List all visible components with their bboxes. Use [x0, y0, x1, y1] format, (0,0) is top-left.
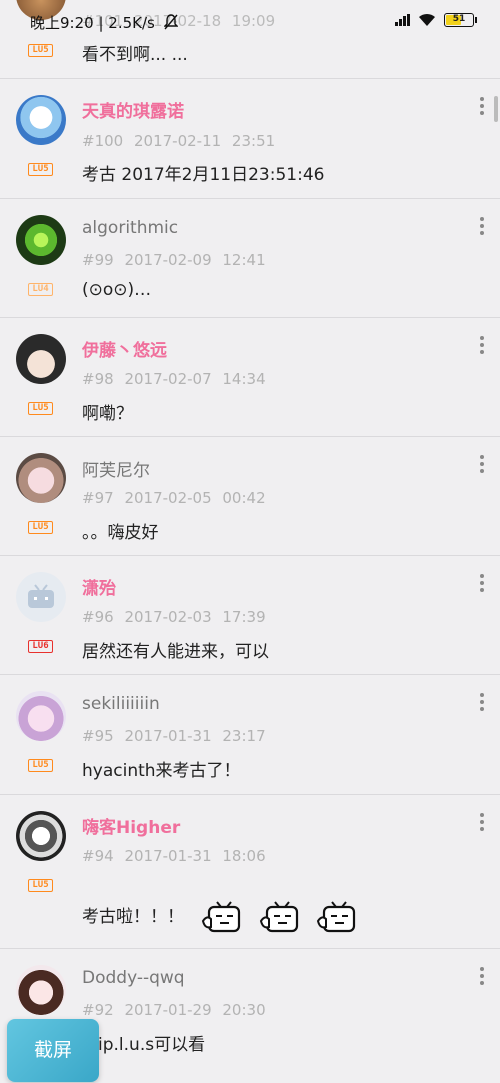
floor-number: #98: [82, 370, 114, 388]
comment-date: 2017-02-03 17:39: [124, 608, 266, 626]
avatar[interactable]: [16, 691, 66, 741]
avatar[interactable]: [16, 334, 66, 384]
comment-text: 啊嘞？: [82, 404, 133, 424]
floor-number: #99: [82, 251, 114, 269]
comment-text: ip.l.u.s可以看: [98, 1035, 206, 1055]
avatar[interactable]: [16, 453, 66, 503]
avatar[interactable]: [16, 572, 66, 622]
comment-item[interactable]: 天真的琪露诺 #100 2017-02-11 23:51 LU5 考古 2017…: [0, 79, 500, 199]
comment-text: 考古啦！！！: [82, 907, 184, 927]
level-badge: LU5: [28, 521, 53, 534]
battery-level: 51: [452, 14, 466, 24]
screenshot-button[interactable]: 截屏: [7, 1019, 99, 1082]
comment-meta: #92 2017-01-29 20:30: [82, 1001, 266, 1019]
avatar[interactable]: [16, 811, 66, 861]
comment-date: 2017-02-11 23:51: [133, 132, 276, 150]
comment-meta: #98 2017-02-07 14:34: [82, 370, 266, 388]
comment-date: 2017-02-07 14:34: [124, 370, 266, 388]
tv-emoticon-icon: [202, 901, 241, 933]
status-time: 晚上9:20: [30, 14, 94, 32]
username[interactable]: 潇殆: [82, 574, 116, 599]
more-options-icon[interactable]: [480, 97, 484, 115]
username[interactable]: sekiliiiiiin: [82, 694, 160, 714]
comment-date: 2017-02-09 12:41: [124, 251, 266, 269]
more-options-icon[interactable]: [480, 217, 484, 235]
username[interactable]: 嗨客Higher: [82, 813, 180, 838]
scrollbar[interactable]: [494, 96, 498, 122]
status-time-speed: 晚上9:20 | 2.5K/s: [30, 12, 179, 33]
comment-date: 2017-01-31 18:06: [124, 847, 266, 865]
comment-item[interactable]: sekiliiiiiin #95 2017-01-31 23:17 LU5 hy…: [0, 675, 500, 795]
more-options-icon[interactable]: [480, 574, 484, 592]
avatar[interactable]: [16, 965, 66, 1015]
comment-meta: #95 2017-01-31 23:17: [82, 727, 266, 745]
level-badge: LU5: [28, 759, 53, 772]
tv-icon: [28, 584, 54, 608]
username[interactable]: 伊藤丶悠远: [82, 336, 167, 361]
more-options-icon[interactable]: [480, 967, 484, 985]
username[interactable]: algorithmic: [82, 218, 178, 238]
floor-number: #100: [82, 132, 124, 150]
comment-item[interactable]: 伊藤丶悠远 #98 2017-02-07 14:34 LU5 啊嘞？: [0, 318, 500, 437]
comment-date: 2017-02-05 00:42: [124, 489, 266, 507]
more-options-icon[interactable]: [480, 336, 484, 354]
comment-meta: #97 2017-02-05 00:42: [82, 489, 266, 507]
comment-date: 2017-01-29 20:30: [124, 1001, 266, 1019]
floor-number: #94: [82, 847, 114, 865]
floor-number: #96: [82, 608, 114, 626]
comment-meta: #96 2017-02-03 17:39: [82, 608, 266, 626]
avatar[interactable]: [16, 95, 66, 145]
bell-off-icon: [162, 14, 179, 30]
comment-text: (⊙o⊙)…: [82, 280, 152, 300]
comment-item[interactable]: 阿芙尼尔 #97 2017-02-05 00:42 LU5 。。嗨皮好: [0, 437, 500, 556]
status-bar: 晚上9:20 | 2.5K/s 51: [0, 0, 500, 44]
floor-number: #97: [82, 489, 114, 507]
battery-icon: 51: [444, 13, 477, 27]
avatar[interactable]: [16, 215, 66, 265]
comment-item[interactable]: algorithmic #99 2017-02-09 12:41 LU4 (⊙o…: [0, 199, 500, 318]
username[interactable]: 阿芙尼尔: [82, 456, 150, 481]
tv-emoticon-icon: [317, 901, 356, 933]
comment-text-row: 考古啦！！！: [82, 901, 356, 933]
comment-item[interactable]: 潇殆 #96 2017-02-03 17:39 LU6 居然还有人能进来，可以: [0, 556, 500, 675]
floor-number: #92: [82, 1001, 114, 1019]
level-badge: LU5: [28, 879, 53, 892]
level-badge: LU5: [28, 402, 53, 415]
comment-text: 。。嗨皮好: [82, 523, 159, 543]
more-options-icon[interactable]: [480, 693, 484, 711]
floor-number: #95: [82, 727, 114, 745]
comment-item[interactable]: 嗨客Higher #94 2017-01-31 18:06 LU5 考古啦！！！: [0, 795, 500, 949]
more-options-icon[interactable]: [480, 813, 484, 831]
comment-text: 考古 2017年2月11日23:51:46: [82, 165, 325, 185]
comment-meta: #100 2017-02-11 23:51: [82, 132, 275, 150]
wifi-icon: [419, 13, 435, 26]
status-speed: 2.5K/s: [108, 14, 155, 32]
comment-meta: #94 2017-01-31 18:06: [82, 847, 266, 865]
level-badge: LU6: [28, 640, 53, 653]
comment-text: 居然还有人能进来，可以: [82, 642, 269, 662]
comment-date: 2017-01-31 23:17: [124, 727, 266, 745]
username[interactable]: 天真的琪露诺: [82, 97, 184, 122]
comment-text: hyacinth来考古了！: [82, 761, 241, 781]
level-badge: LU4: [28, 283, 53, 296]
more-options-icon[interactable]: [480, 455, 484, 473]
level-badge: LU5: [28, 163, 53, 176]
username[interactable]: Doddy--qwq: [82, 968, 185, 988]
comment-meta: #99 2017-02-09 12:41: [82, 251, 266, 269]
level-badge: LU5: [28, 44, 53, 57]
signal-icon: [395, 14, 410, 26]
tv-emoticon-icon: [259, 901, 298, 933]
